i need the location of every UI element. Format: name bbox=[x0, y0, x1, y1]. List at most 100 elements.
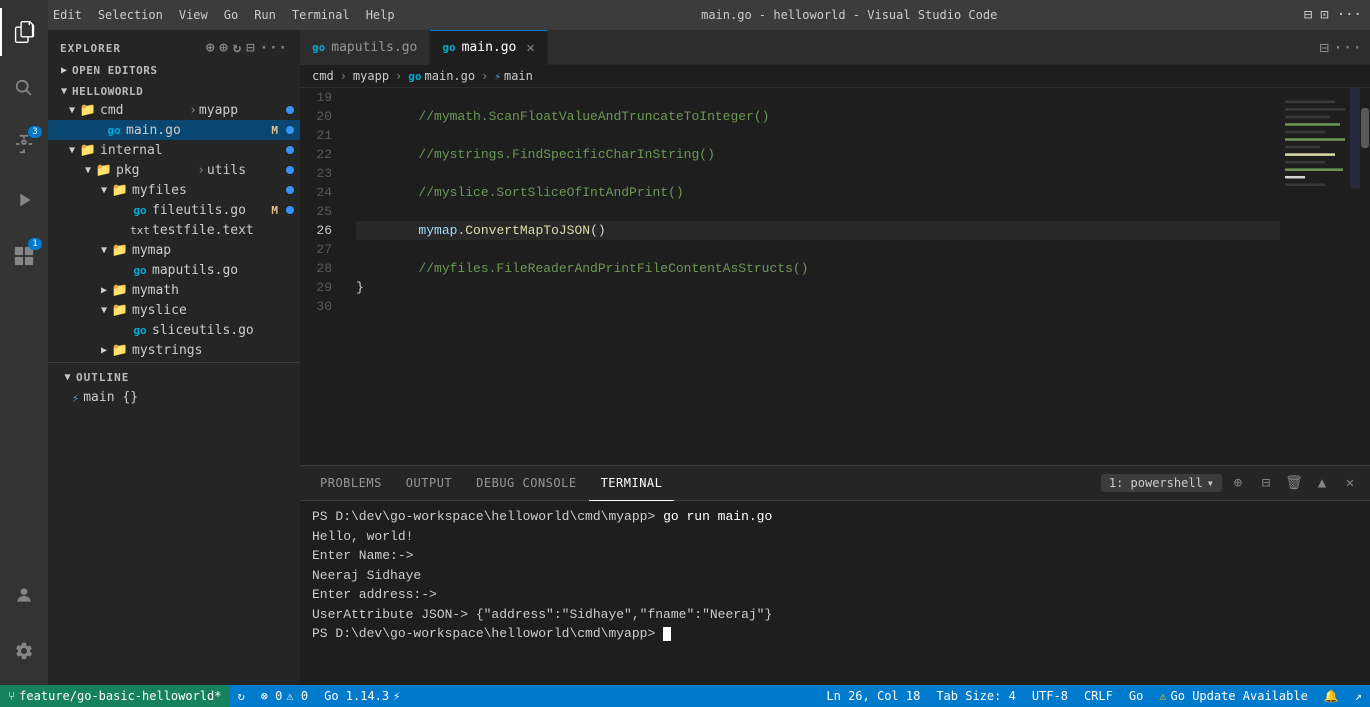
status-notifications[interactable]: 🔔 bbox=[1316, 685, 1347, 707]
menu-selection[interactable]: Selection bbox=[98, 8, 163, 22]
tree-item-pkg-utils[interactable]: ▼ 📁 pkg › utils bbox=[48, 160, 300, 180]
maingo-tab-close[interactable]: ✕ bbox=[526, 40, 534, 56]
tree-item-testfile[interactable]: txt testfile.text bbox=[48, 220, 300, 240]
tree-item-maputils-go[interactable]: go maputils.go bbox=[48, 260, 300, 280]
status-encoding[interactable]: UTF-8 bbox=[1024, 685, 1076, 707]
activity-settings[interactable] bbox=[0, 627, 48, 675]
layout-icon[interactable]: ⊟ bbox=[1304, 7, 1312, 23]
maputils-go-icon: go bbox=[132, 262, 148, 278]
breadcrumb-myapp[interactable]: myapp bbox=[353, 69, 389, 83]
more-actions-icon[interactable]: ··· bbox=[1333, 38, 1362, 57]
activity-extensions[interactable]: 1 bbox=[0, 232, 48, 280]
status-tab-size[interactable]: Tab Size: 4 bbox=[928, 685, 1023, 707]
editor-vscrollbar[interactable] bbox=[1360, 88, 1370, 465]
fileutils-go-icon: go bbox=[132, 202, 148, 218]
activity-run[interactable] bbox=[0, 176, 48, 224]
tree-item-cmd-myapp[interactable]: ▼ 📁 cmd › myapp bbox=[48, 100, 300, 120]
pkg-utils-arrow: ▼ bbox=[80, 165, 96, 176]
mymath-arrow: ▶ bbox=[96, 285, 112, 296]
myfiles-label: myfiles bbox=[132, 183, 286, 198]
collapse-icon[interactable]: ⊟ bbox=[246, 40, 255, 56]
sidebar-content: ▶ OPEN EDITORS ▼ HELLOWORLD ▼ 📁 cmd › my… bbox=[48, 60, 300, 685]
tree-item-main-func[interactable]: ⚡ main {} bbox=[48, 388, 300, 407]
tree-item-mymap[interactable]: ▼ 📁 mymap bbox=[48, 240, 300, 260]
tab-maingo[interactable]: go main.go ✕ bbox=[430, 30, 547, 65]
maputils-tab-label: maputils.go bbox=[331, 40, 417, 55]
status-line-ending[interactable]: CRLF bbox=[1076, 685, 1121, 707]
terminal-output-4: Neeraj Sidhaye bbox=[312, 568, 421, 583]
breadcrumb-maingo[interactable]: go main.go bbox=[408, 69, 475, 83]
tree-item-mymath[interactable]: ▶ 📁 mymath bbox=[48, 280, 300, 300]
menu-go[interactable]: Go bbox=[224, 8, 238, 22]
new-folder-icon[interactable]: ⊕ bbox=[219, 40, 228, 56]
outline-section: ▼ OUTLINE ⚡ main {} bbox=[48, 362, 300, 411]
line-numbers: 19 20 21 22 23 24 25 26 27 28 29 30 bbox=[300, 88, 348, 465]
status-sync[interactable]: ↻ bbox=[230, 685, 253, 707]
panel-tab-terminal[interactable]: TERMINAL bbox=[589, 466, 675, 501]
outline-header[interactable]: ▼ OUTLINE bbox=[48, 367, 300, 388]
status-errors[interactable]: ⊗ 0 ⚠ 0 bbox=[253, 685, 316, 707]
status-go-update[interactable]: ⚠ Go Update Available bbox=[1151, 685, 1316, 707]
activity-source-control[interactable]: 3 bbox=[0, 120, 48, 168]
status-go-version[interactable]: Go 1.14.3 ⚡ bbox=[316, 685, 408, 707]
helloworld-header[interactable]: ▼ HELLOWORLD bbox=[48, 83, 300, 100]
language-text: Go bbox=[1129, 689, 1143, 703]
tree-item-myslice[interactable]: ▼ 📁 myslice bbox=[48, 300, 300, 320]
myslice-arrow: ▼ bbox=[96, 305, 112, 316]
breadcrumb-go-icon: go bbox=[408, 70, 421, 83]
status-language[interactable]: Go bbox=[1121, 685, 1151, 707]
myfiles-folder-icon: 📁 bbox=[112, 182, 128, 198]
branch-icon: ⑂ bbox=[8, 689, 15, 703]
new-file-icon[interactable]: ⊕ bbox=[206, 40, 215, 56]
breadcrumb-main-label: main bbox=[504, 69, 533, 83]
tree-item-sliceutils-go[interactable]: go sliceutils.go bbox=[48, 320, 300, 340]
outline-label: OUTLINE bbox=[76, 371, 129, 384]
menu-edit[interactable]: Edit bbox=[53, 8, 82, 22]
code-area[interactable]: //mymath.ScanFloatValueAndTruncateToInte… bbox=[348, 88, 1280, 465]
internal-folder-icon: 📁 bbox=[80, 142, 96, 158]
tree-item-myfiles[interactable]: ▼ 📁 myfiles bbox=[48, 180, 300, 200]
panel-tab-debug-console[interactable]: DEBUG CONSOLE bbox=[464, 466, 588, 501]
tree-item-mystrings[interactable]: ▶ 📁 mystrings bbox=[48, 340, 300, 360]
status-remote[interactable]: ↗ bbox=[1347, 685, 1370, 707]
terminal-output-5: Enter address:-> bbox=[312, 587, 437, 602]
open-editors-header[interactable]: ▶ OPEN EDITORS bbox=[48, 62, 300, 79]
terminal-content[interactable]: PS D:\dev\go-workspace\helloworld\cmd\my… bbox=[300, 501, 1370, 685]
editor-vscrollbar-thumb[interactable] bbox=[1361, 108, 1369, 148]
kill-terminal-button[interactable]: 🗑 bbox=[1282, 471, 1306, 495]
more-icon[interactable]: ··· bbox=[260, 40, 288, 56]
menu-view[interactable]: View bbox=[179, 8, 208, 22]
refresh-icon[interactable]: ↻ bbox=[233, 40, 242, 56]
activity-search[interactable] bbox=[0, 64, 48, 112]
more-actions-icon[interactable]: ··· bbox=[1337, 7, 1362, 23]
terminal-label: TERMINAL bbox=[601, 476, 663, 490]
close-panel-button[interactable]: ✕ bbox=[1338, 471, 1362, 495]
panel-layout-icon[interactable]: ⊡ bbox=[1320, 7, 1328, 23]
new-terminal-button[interactable]: ⊕ bbox=[1226, 471, 1250, 495]
panel-tab-problems[interactable]: PROBLEMS bbox=[308, 466, 394, 501]
main-go-icon: go bbox=[106, 122, 122, 138]
maximize-panel-button[interactable]: ▲ bbox=[1310, 471, 1334, 495]
branch-text: feature/go-basic-helloworld* bbox=[19, 689, 221, 703]
status-position[interactable]: Ln 26, Col 18 bbox=[818, 685, 928, 707]
menu-terminal[interactable]: Terminal bbox=[292, 8, 350, 22]
notifications-icon: 🔔 bbox=[1324, 689, 1339, 703]
panel-tab-output[interactable]: OUTPUT bbox=[394, 466, 464, 501]
split-terminal-button[interactable]: ⊟ bbox=[1254, 471, 1278, 495]
activity-account[interactable] bbox=[0, 571, 48, 619]
tab-maputils[interactable]: go maputils.go bbox=[300, 30, 430, 65]
sep2: › bbox=[395, 69, 402, 83]
breadcrumb-cmd[interactable]: cmd bbox=[312, 69, 334, 83]
tree-item-internal[interactable]: ▼ 📁 internal bbox=[48, 140, 300, 160]
breadcrumb-maingo-label: main.go bbox=[425, 69, 476, 83]
sliceutils-go-icon: go bbox=[132, 322, 148, 338]
activity-explorer[interactable] bbox=[0, 8, 48, 56]
breadcrumb-main[interactable]: ⚡ main bbox=[494, 69, 533, 83]
tree-item-main-go[interactable]: go main.go M bbox=[48, 120, 300, 140]
menu-run[interactable]: Run bbox=[254, 8, 276, 22]
terminal-shell-selector[interactable]: 1: powershell ▾ bbox=[1101, 474, 1222, 492]
tree-item-fileutils-go[interactable]: go fileutils.go M bbox=[48, 200, 300, 220]
split-editor-icon[interactable]: ⊟ bbox=[1319, 38, 1329, 57]
menu-help[interactable]: Help bbox=[366, 8, 395, 22]
status-branch[interactable]: ⑂ feature/go-basic-helloworld* bbox=[0, 685, 230, 707]
